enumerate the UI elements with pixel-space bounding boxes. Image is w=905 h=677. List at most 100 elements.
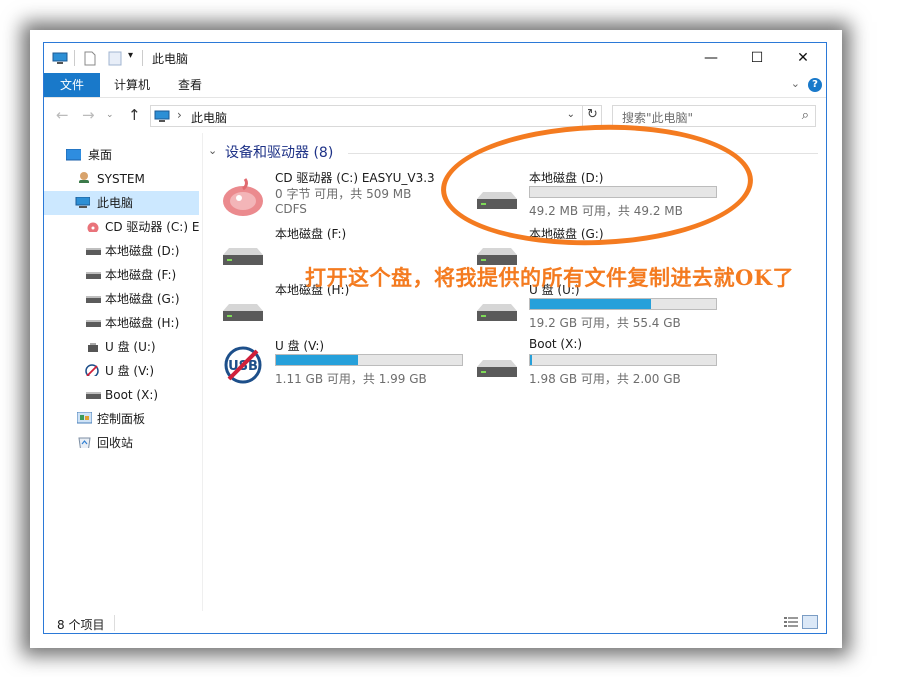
new-folder-icon[interactable] xyxy=(108,51,122,66)
sidebar-item-drive-v[interactable]: U 盘 (V:) xyxy=(44,359,199,383)
usb-drive-icon xyxy=(85,364,99,376)
sidebar-item-label: U 盘 (V:) xyxy=(105,364,155,378)
sidebar-item-label: 回收站 xyxy=(97,436,134,450)
drive-tile-c[interactable]: CD 驱动器 (C:) EASYU_V3.3 0 字节 可用，共 509 MB … xyxy=(219,169,469,225)
window-title: 此电脑 xyxy=(152,52,189,66)
drive-tile-x[interactable]: Boot (X:) 1.98 GB 可用，共 2.00 GB xyxy=(473,337,723,393)
sidebar-item-control-panel[interactable]: 控制面板 xyxy=(44,407,199,431)
drive-space-text: 0 字节 可用，共 509 MB xyxy=(275,187,412,201)
sidebar-item-drive-f[interactable]: 本地磁盘 (F:) xyxy=(44,263,199,287)
hard-drive-icon xyxy=(86,296,101,303)
sidebar-item-system[interactable]: SYSTEM xyxy=(44,167,199,191)
search-placeholder: 搜索"此电脑" xyxy=(622,111,694,125)
sidebar-item-label: 此电脑 xyxy=(97,196,134,210)
sidebar-item-label: 控制面板 xyxy=(97,412,146,426)
sidebar-item-drive-d[interactable]: 本地磁盘 (D:) xyxy=(44,239,199,263)
drive-usage-fill xyxy=(530,355,532,365)
sidebar-item-recycle-bin[interactable]: 回收站 xyxy=(44,431,199,455)
forward-icon[interactable]: → xyxy=(82,106,95,124)
sidebar-item-boot-x[interactable]: Boot (X:) xyxy=(44,383,199,407)
collapse-group-icon[interactable]: ⌄ xyxy=(208,144,217,157)
recent-dropdown-icon[interactable]: ⌄ xyxy=(106,110,114,120)
sidebar-item-label: SYSTEM xyxy=(97,172,145,186)
divider xyxy=(142,50,143,66)
sidebar-item-this-pc[interactable]: 此电脑 xyxy=(44,191,199,215)
drive-usage-fill xyxy=(530,299,651,309)
drive-name: CD 驱动器 (C:) EASYU_V3.3 xyxy=(275,171,435,185)
close-button[interactable]: ✕ xyxy=(780,43,826,73)
item-count: 8 个项目 xyxy=(57,618,105,632)
drive-usage-bar xyxy=(529,354,717,366)
help-icon[interactable]: ? xyxy=(808,78,822,92)
drive-filesystem-text: CDFS xyxy=(275,202,307,216)
sidebar-item-desktop[interactable]: 桌面 xyxy=(44,143,199,167)
minimize-button[interactable]: — xyxy=(688,43,734,73)
status-bar: 8 个项目 xyxy=(44,611,826,633)
drive-space-text: 19.2 GB 可用，共 55.4 GB xyxy=(529,316,681,330)
tab-view[interactable]: 查看 xyxy=(164,73,216,97)
hard-drive-icon xyxy=(86,248,101,255)
navigation-pane: 桌面 SYSTEM 此电脑 CD 驱动器 (C:) EASYU_V3.3 本地磁… xyxy=(44,133,203,611)
tiles-view-icon[interactable] xyxy=(802,615,818,629)
cd-drive-icon xyxy=(223,178,263,216)
drive-space-text: 1.98 GB 可用，共 2.00 GB xyxy=(529,372,681,386)
hard-drive-icon xyxy=(223,248,263,265)
annotation-text: 打开这个盘，将我提供的所有文件复制进去就OK了 xyxy=(305,265,795,290)
sidebar-item-label: 本地磁盘 (G:) xyxy=(105,292,180,306)
sidebar-item-drive-u[interactable]: U 盘 (U:) xyxy=(44,335,199,359)
ribbon: 文件 计算机 查看 ⌄ ? xyxy=(44,73,826,98)
sidebar-item-label: 本地磁盘 (H:) xyxy=(105,316,180,330)
address-row: ← → ⌄ ↑ › 此电脑 ⌄ ↻ 搜索"此电脑" ⌕ xyxy=(44,98,826,132)
title-bar: ▾ 此电脑 — ☐ ✕ xyxy=(44,43,826,73)
hard-drive-icon xyxy=(86,392,101,399)
sidebar-item-drive-g[interactable]: 本地磁盘 (G:) xyxy=(44,287,199,311)
computer-icon xyxy=(52,52,68,64)
properties-icon[interactable] xyxy=(84,51,96,66)
refresh-button[interactable]: ↻ xyxy=(582,105,602,127)
hard-drive-icon xyxy=(477,304,517,321)
sidebar-item-label: CD 驱动器 (C:) EASYU_V3.3 xyxy=(105,220,199,234)
drive-name: Boot (X:) xyxy=(529,337,583,351)
drive-space-text: 1.11 GB 可用，共 1.99 GB xyxy=(275,372,427,386)
expand-ribbon-icon[interactable]: ⌄ xyxy=(791,77,800,90)
quick-access-dropdown-icon[interactable]: ▾ xyxy=(128,50,133,61)
search-icon[interactable]: ⌕ xyxy=(802,108,809,123)
address-dropdown-icon[interactable]: ⌄ xyxy=(567,109,575,120)
maximize-button[interactable]: ☐ xyxy=(734,43,780,73)
details-view-icon[interactable] xyxy=(784,616,798,628)
hard-drive-icon xyxy=(223,304,263,321)
desktop-icon xyxy=(66,149,81,161)
hard-drive-icon xyxy=(86,272,101,279)
cd-drive-icon xyxy=(87,222,99,232)
tab-computer[interactable]: 计算机 xyxy=(104,73,160,97)
sidebar-item-cd-drive[interactable]: CD 驱动器 (C:) EASYU_V3.3 xyxy=(44,215,199,239)
computer-icon xyxy=(154,110,170,122)
group-header[interactable]: 设备和驱动器 (8) xyxy=(225,142,333,162)
hard-drive-icon xyxy=(86,320,101,327)
drive-usage-bar xyxy=(529,298,717,310)
search-input[interactable]: 搜索"此电脑" ⌕ xyxy=(612,105,816,127)
drive-usage-bar xyxy=(275,354,463,366)
control-panel-icon xyxy=(77,412,92,424)
back-icon[interactable]: ← xyxy=(56,106,69,124)
sidebar-item-label: 本地磁盘 (D:) xyxy=(105,244,180,258)
recycle-bin-icon xyxy=(78,437,91,448)
sidebar-item-drive-h[interactable]: 本地磁盘 (H:) xyxy=(44,311,199,335)
drive-usage-fill xyxy=(276,355,358,365)
tab-file[interactable]: 文件 xyxy=(44,73,100,97)
usb-logo-icon: USB xyxy=(224,346,262,384)
address-bar[interactable]: › 此电脑 ⌄ xyxy=(150,105,602,127)
computer-icon xyxy=(75,197,90,208)
sidebar-item-label: U 盘 (U:) xyxy=(105,340,156,354)
up-icon[interactable]: ↑ xyxy=(128,106,141,124)
usb-drive-icon xyxy=(88,343,98,352)
divider xyxy=(74,50,75,66)
divider xyxy=(114,615,115,631)
explorer-window: ▾ 此电脑 — ☐ ✕ 文件 计算机 查看 ⌄ ? ← → ⌄ ↑ › 此电脑 … xyxy=(43,42,827,634)
drive-name: 本地磁盘 (F:) xyxy=(275,227,347,241)
sidebar-item-label: 本地磁盘 (F:) xyxy=(105,268,177,282)
drive-tile-v[interactable]: USB U 盘 (V:) 1.11 GB 可用，共 1.99 GB xyxy=(219,337,469,393)
drive-name: U 盘 (V:) xyxy=(275,339,325,353)
breadcrumb-chevron-icon[interactable]: › xyxy=(177,108,182,122)
breadcrumb-this-pc[interactable]: 此电脑 xyxy=(191,109,227,126)
